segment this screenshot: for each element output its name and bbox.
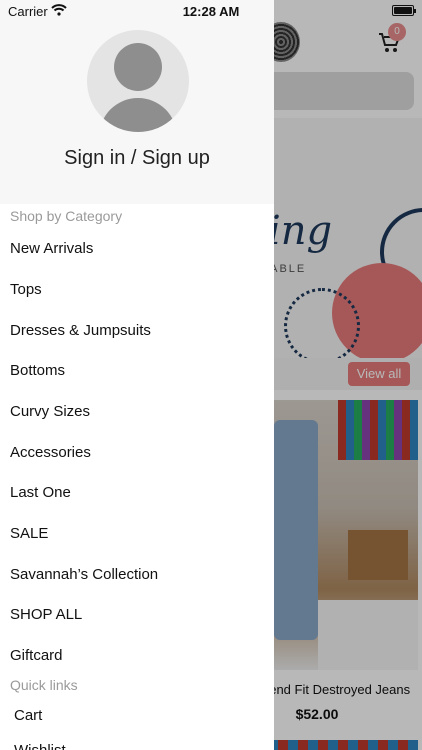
quick-link-wishlist[interactable]: Wishlist <box>14 742 66 750</box>
avatar-shoulders <box>99 98 177 132</box>
menu-item-savannahs-collection[interactable]: Savannah’s Collection <box>10 566 158 583</box>
menu-item-curvy-sizes[interactable]: Curvy Sizes <box>10 403 90 420</box>
menu-item-accessories[interactable]: Accessories <box>10 444 91 461</box>
avatar-head <box>114 43 162 91</box>
quick-links-header: Quick links <box>10 677 78 693</box>
menu-item-giftcard[interactable]: Giftcard <box>10 647 63 664</box>
drawer-header: Sign in / Sign up <box>0 0 274 204</box>
status-time: 12:28 AM <box>182 4 240 19</box>
quick-link-cart[interactable]: Cart <box>14 707 42 724</box>
avatar-icon[interactable] <box>87 30 189 132</box>
side-drawer: Sign in / Sign up Shop by Category New A… <box>0 0 274 750</box>
menu-item-bottoms[interactable]: Bottoms <box>10 362 65 379</box>
menu-item-last-one[interactable]: Last One <box>10 484 71 501</box>
menu-item-new-arrivals[interactable]: New Arrivals <box>10 240 93 257</box>
menu-item-tops[interactable]: Tops <box>10 281 42 298</box>
status-bar: Carrier 12:28 AM <box>0 0 422 22</box>
menu-item-dresses-jumpsuits[interactable]: Dresses & Jumpsuits <box>10 322 151 339</box>
category-section-header: Shop by Category <box>10 208 123 224</box>
menu-item-shop-all[interactable]: SHOP ALL <box>10 606 82 623</box>
sign-in-button[interactable]: Sign in / Sign up <box>0 147 274 170</box>
battery-icon <box>392 5 416 16</box>
menu-item-sale[interactable]: SALE <box>10 525 48 542</box>
